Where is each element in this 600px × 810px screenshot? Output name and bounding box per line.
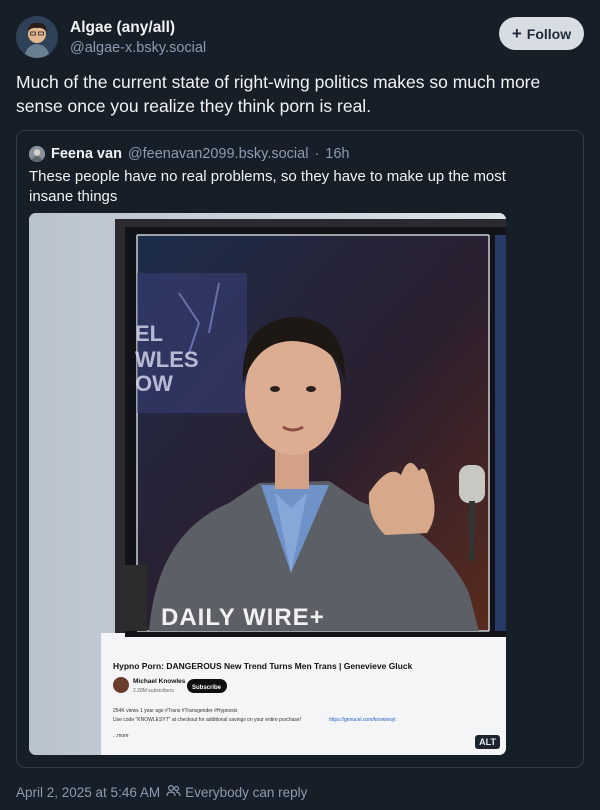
- quote-author-name: Feena van: [51, 146, 122, 162]
- daily-wire-logo: DAILY WIRE+: [161, 604, 325, 631]
- subscribe-label: Subscribe: [192, 685, 222, 691]
- author-handle[interactable]: @algae-x.bsky.social: [70, 38, 206, 58]
- channel-avatar: [113, 677, 129, 693]
- post-header: Algae (any/all) @algae-x.bsky.social + F…: [16, 16, 584, 60]
- quote-text: These people have no real problems, so t…: [29, 168, 506, 205]
- video-title: Hypno Porn: DANGEROUS New Trend Turns Me…: [113, 661, 413, 671]
- quote-header: Feena van @feenavan2099.bsky.social · 16…: [29, 145, 349, 163]
- post-timestamp[interactable]: April 2, 2025 at 5:46 AM: [16, 785, 160, 800]
- channel-subscribers: 2.28M subscribers: [133, 688, 174, 694]
- alt-badge[interactable]: ALT: [475, 735, 500, 749]
- post-text: Much of the current state of right-wing …: [16, 72, 541, 116]
- author-info: Algae (any/all) @algae-x.bsky.social: [70, 18, 206, 58]
- promo-text: Use code "KNOWLESYT" at checkout for add…: [113, 717, 301, 723]
- quote-image[interactable]: EL WLES OW DAILY WIRE+ Hypno Porn: DANGE…: [29, 213, 506, 755]
- people-icon: [166, 784, 181, 800]
- quote-separator: ·: [314, 146, 320, 162]
- channel-name: Michael Knowles: [133, 678, 186, 685]
- backdrop-text-line: OW: [135, 371, 173, 396]
- backdrop-text-line: EL: [135, 321, 163, 346]
- reply-setting-label: Everybody can reply: [185, 784, 308, 800]
- quote-age: 16h: [325, 146, 350, 162]
- quote-post[interactable]: Feena van @feenavan2099.bsky.social · 16…: [16, 130, 584, 768]
- post-footer: April 2, 2025 at 5:46 AM Everybody can r…: [16, 784, 307, 800]
- plus-icon: +: [511, 24, 522, 43]
- follow-label: Follow: [526, 25, 572, 42]
- video-stats: 254K views 1 year ago #Trans #Transgende…: [113, 708, 238, 714]
- quote-author-handle: @feenavan2099.bsky.social: [127, 146, 309, 162]
- author-display-name[interactable]: Algae (any/all): [70, 18, 206, 38]
- quote-author-avatar: [29, 146, 45, 162]
- follow-button[interactable]: + Follow: [499, 17, 584, 50]
- backdrop-text-line: WLES: [135, 347, 199, 372]
- more-label: ...more: [113, 733, 129, 739]
- reply-setting[interactable]: Everybody can reply: [166, 784, 307, 800]
- promo-link: https://genucel.com/knowlesyt: [329, 717, 396, 723]
- author-avatar[interactable]: [16, 16, 58, 58]
